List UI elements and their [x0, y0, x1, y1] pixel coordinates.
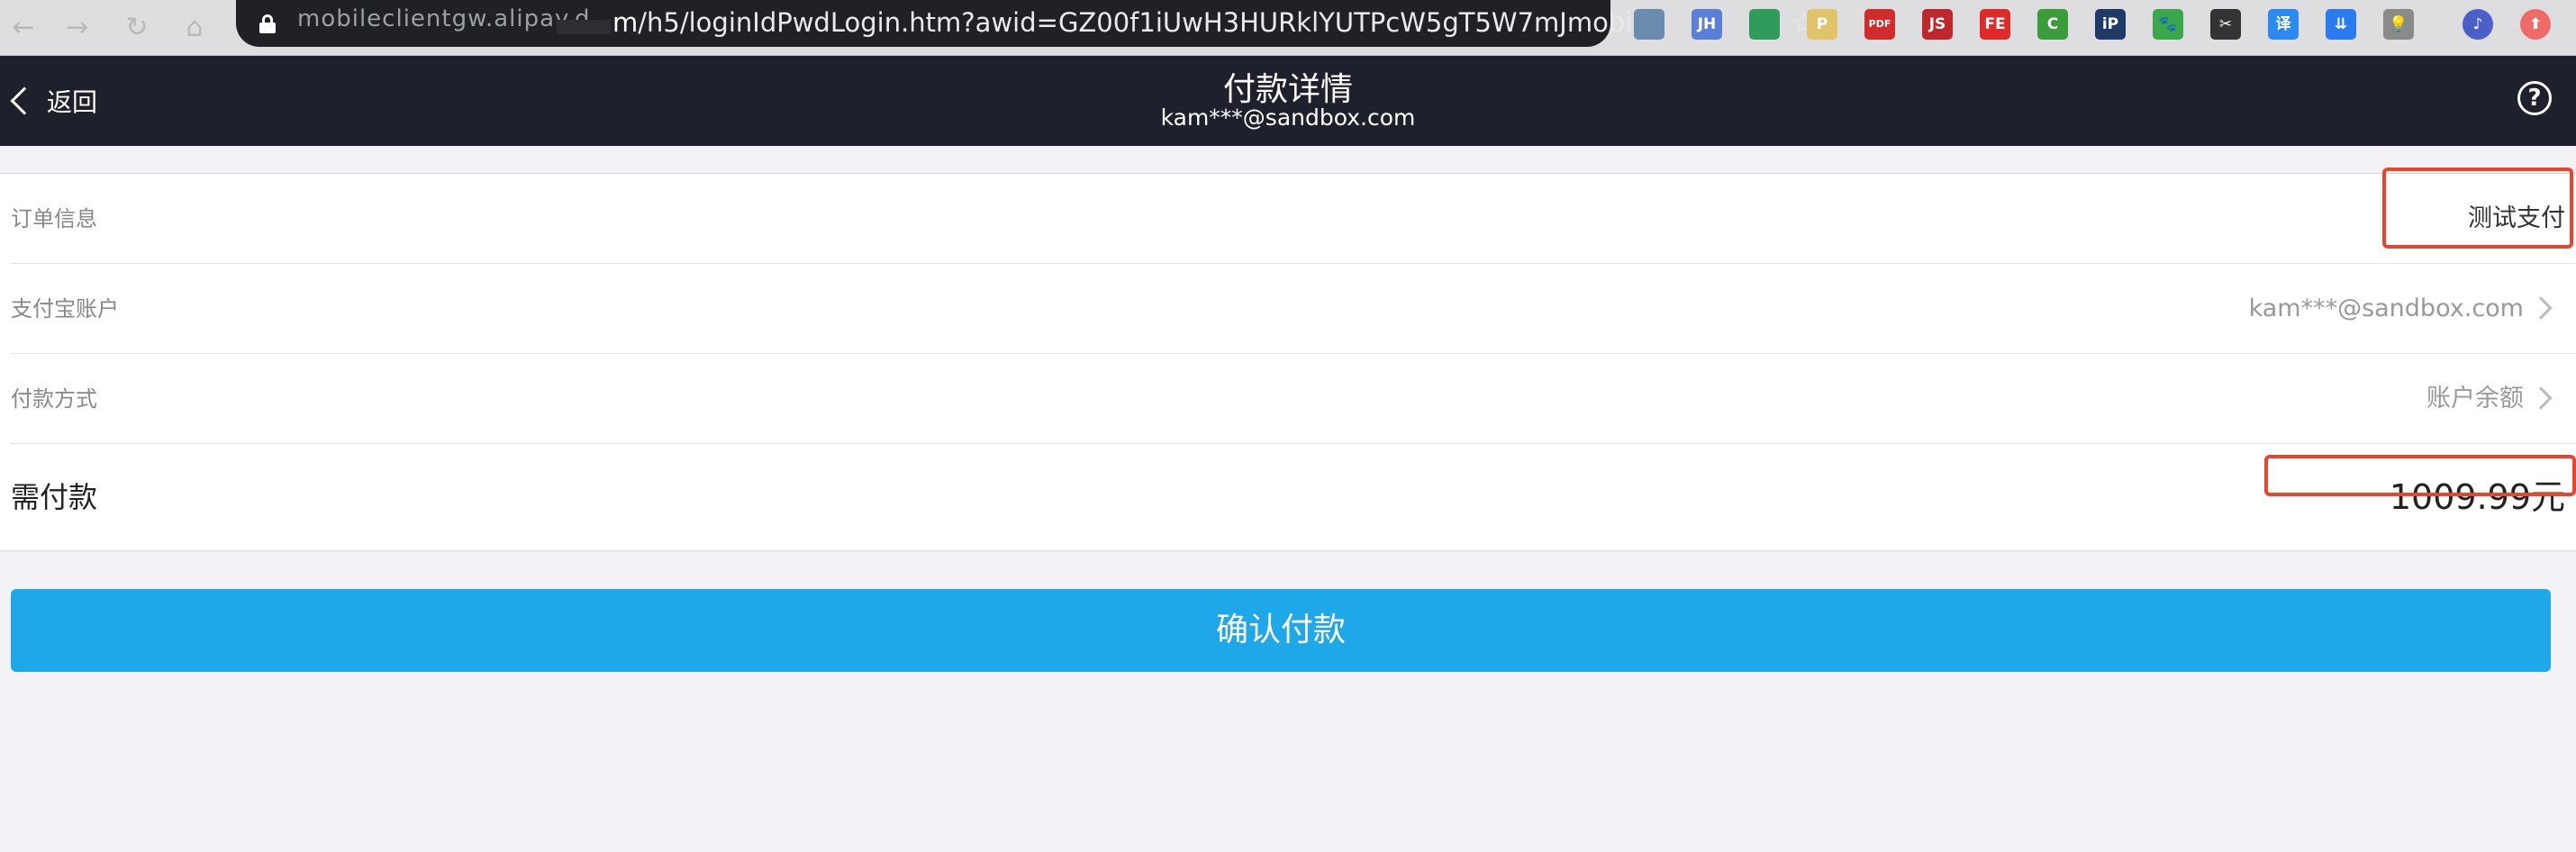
- address-bar[interactable]: mobileclientgw.alipay.d m/h5/loginIdPwdL…: [236, 0, 1818, 47]
- help-icon[interactable]: ?: [2517, 81, 2552, 115]
- forward-arrow-icon[interactable]: →: [59, 7, 95, 49]
- url-host: mobileclientgw.alipay.d: [297, 5, 591, 32]
- page-title: 付款详情: [1222, 71, 1353, 108]
- reload-icon[interactable]: ↻: [119, 7, 155, 49]
- pdf-ext-icon[interactable]: PDF: [1864, 9, 1895, 40]
- chevron-right-icon: [2529, 296, 2553, 320]
- paw-ext-icon[interactable]: 🐾: [2153, 9, 2183, 40]
- order-info-highlight-box: [2382, 168, 2573, 249]
- payment-method-row[interactable]: 付款方式 账户余额: [11, 354, 2576, 444]
- order-info-row: 订单信息 测试支付: [11, 174, 2576, 264]
- wave-ext-icon[interactable]: [1749, 9, 1780, 40]
- url-path: m/h5/loginIdPwdLogin.htm?awid=GZ00f1iUwH…: [612, 7, 1657, 38]
- app-header: 返回 付款详情 kam***@sandbox.com ?: [0, 56, 2576, 146]
- lock-icon: [259, 14, 276, 33]
- browser-toolbar: ← → ↻ ⌂ mobileclientgw.alipay.d m/h5/log…: [0, 0, 2576, 56]
- js-ext-icon[interactable]: JS: [1922, 9, 1953, 40]
- jh-ext-icon[interactable]: JH: [1692, 9, 1722, 40]
- music-ext-icon[interactable]: ♪: [2463, 9, 2493, 40]
- fe-ext-icon[interactable]: FE: [1980, 9, 2010, 40]
- home-icon[interactable]: ⌂: [177, 7, 213, 49]
- amount-highlight-box: [2264, 455, 2576, 496]
- c-ext-icon[interactable]: C: [2037, 9, 2068, 40]
- back-arrow-icon[interactable]: ←: [5, 7, 41, 49]
- translate-ext-icon[interactable]: 译: [2268, 9, 2299, 40]
- payment-method-label: 付款方式: [11, 386, 97, 412]
- alipay-account-label: 支付宝账户: [11, 296, 119, 322]
- image-ext-icon[interactable]: [1634, 9, 1664, 40]
- amount-due-label: 需付款: [11, 480, 98, 514]
- account-subtitle: kam***@sandbox.com: [1160, 104, 1416, 131]
- download-ext-icon[interactable]: ⇊: [2326, 9, 2356, 40]
- amount-due-row: 需付款 1009.99元: [11, 444, 2576, 550]
- confirm-payment-button[interactable]: 确认付款: [11, 589, 2551, 672]
- payment-method-value: 账户余额: [2426, 385, 2524, 412]
- upload-ext-icon[interactable]: ⬆: [2520, 9, 2551, 40]
- payment-details-list: 订单信息 测试支付 支付宝账户 kam***@sandbox.com 付款方式 …: [0, 173, 2576, 551]
- ip-ext-icon[interactable]: iP: [2095, 9, 2126, 40]
- alipay-account-row[interactable]: 支付宝账户 kam***@sandbox.com: [11, 264, 2576, 354]
- order-info-label: 订单信息: [11, 206, 97, 231]
- chevron-right-icon: [2529, 386, 2553, 410]
- alipay-account-value: kam***@sandbox.com: [2248, 295, 2524, 322]
- redaction-bar: [557, 20, 611, 34]
- p-ext-icon[interactable]: P: [1807, 9, 1837, 40]
- bulb-ext-icon[interactable]: 💡: [2383, 9, 2414, 40]
- scissors-ext-icon[interactable]: ✂: [2210, 9, 2241, 40]
